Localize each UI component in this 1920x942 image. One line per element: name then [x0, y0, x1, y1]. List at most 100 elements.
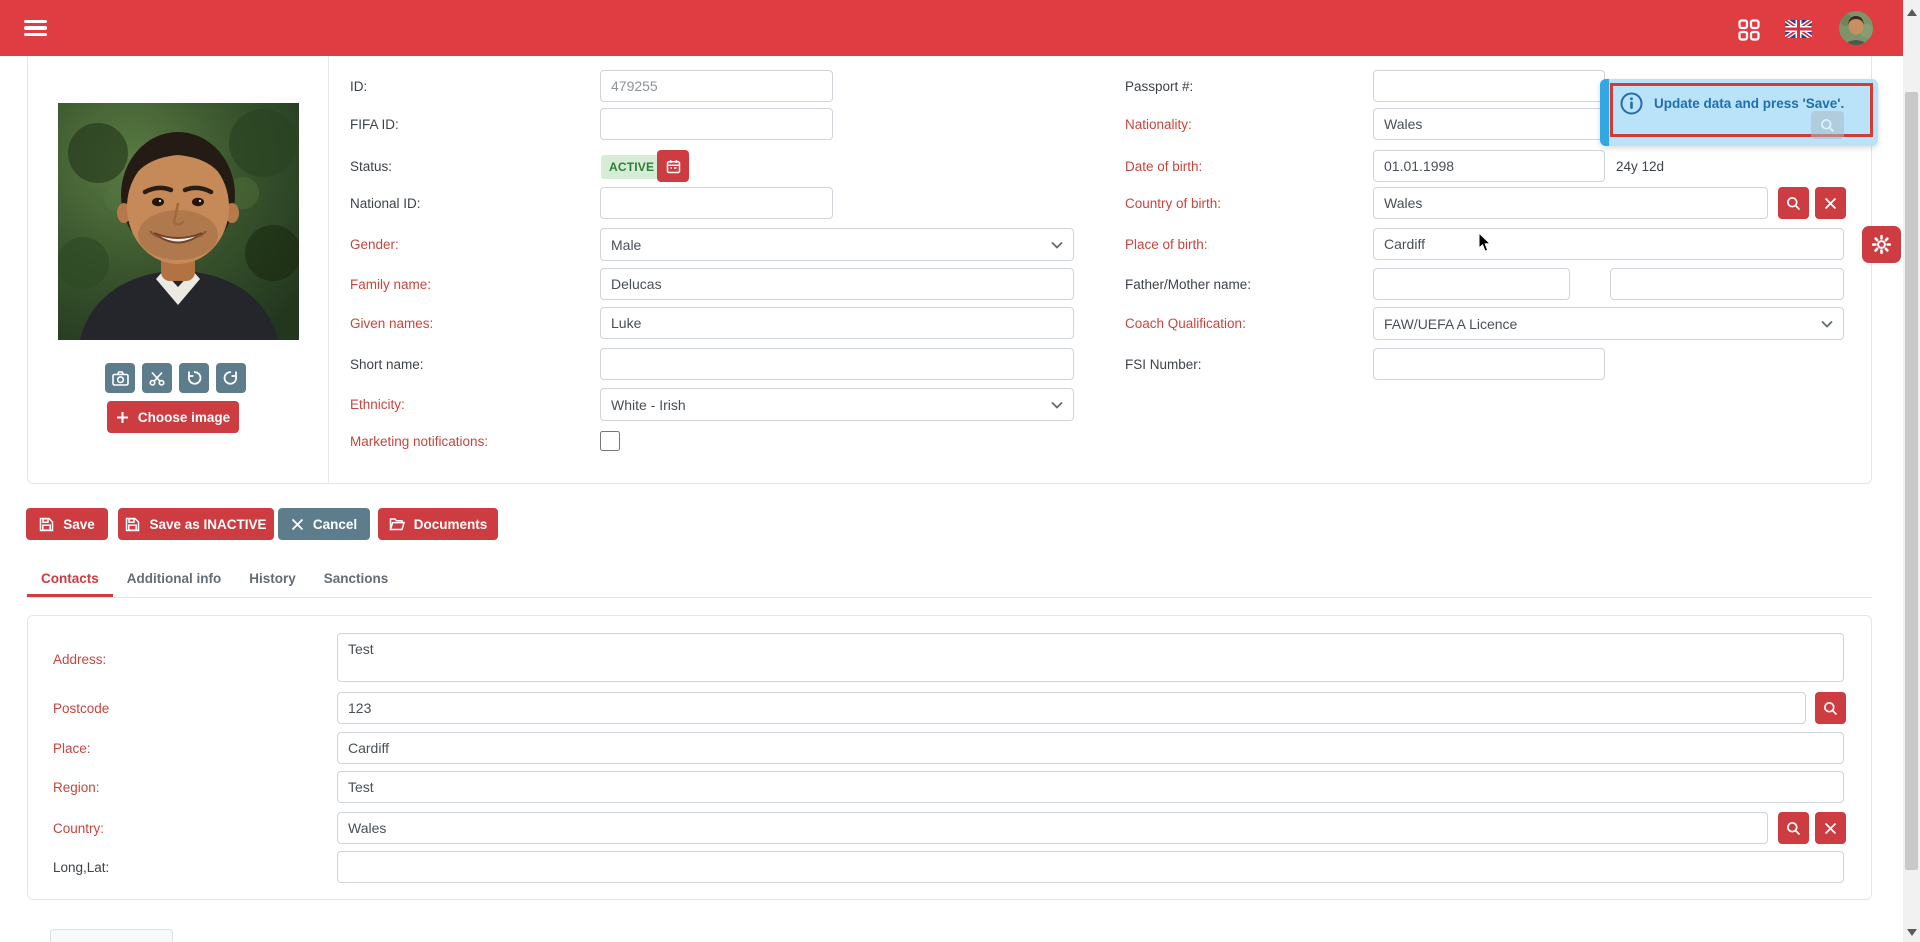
choose-image-label: Choose image	[138, 410, 230, 425]
uk-flag-icon[interactable]	[1785, 20, 1812, 38]
app-header	[0, 0, 1903, 56]
close-icon	[291, 518, 304, 531]
chevron-down-icon	[1051, 241, 1063, 249]
coach-qualification-label: Coach Qualification:	[1125, 316, 1246, 331]
mother-name-field[interactable]	[1610, 268, 1844, 300]
ethnicity-label: Ethnicity:	[350, 397, 405, 412]
passport-field[interactable]	[1373, 70, 1605, 102]
tooltip-accent-bar	[1600, 79, 1609, 146]
save-as-inactive-label: Save as INACTIVE	[149, 517, 266, 532]
address-label: Address:	[53, 652, 106, 667]
status-history-calendar-icon[interactable]	[657, 150, 689, 182]
id-label: ID:	[350, 79, 367, 94]
fsi-number-field[interactable]	[1373, 348, 1605, 380]
save-label: Save	[63, 517, 95, 532]
date-of-birth-field[interactable]	[1373, 150, 1605, 182]
scrollbar-thumb[interactable]	[1905, 92, 1918, 870]
short-name-label: Short name:	[350, 357, 424, 372]
fifa-id-label: FIFA ID:	[350, 117, 399, 132]
grid-icon[interactable]	[1738, 19, 1760, 41]
region-field[interactable]	[337, 771, 1844, 803]
plus-icon	[116, 411, 129, 424]
marketing-notifications-label: Marketing notifications:	[350, 434, 488, 449]
date-of-birth-label: Date of birth:	[1125, 159, 1202, 174]
chevron-down-icon	[1821, 320, 1833, 328]
place-of-birth-label: Place of birth:	[1125, 237, 1208, 252]
family-name-label: Family name:	[350, 277, 431, 292]
cancel-label: Cancel	[313, 517, 357, 532]
country-of-birth-search-icon[interactable]	[1778, 187, 1809, 219]
choose-image-button[interactable]: Choose image	[107, 401, 239, 433]
national-id-field[interactable]	[600, 187, 833, 219]
given-names-field[interactable]	[600, 307, 1074, 339]
place-label: Place:	[53, 741, 91, 756]
rotate-right-icon[interactable]	[216, 363, 246, 393]
coach-qualification-select[interactable]: FAW/UEFA A Licence	[1373, 307, 1844, 340]
marketing-notifications-checkbox[interactable]	[600, 431, 620, 451]
country-label: Country:	[53, 821, 104, 836]
region-label: Region:	[53, 780, 100, 795]
scroll-up-icon[interactable]	[1907, 9, 1917, 16]
country-of-birth-field[interactable]	[1373, 187, 1768, 219]
postcode-label: Postcode	[53, 701, 109, 716]
coach-qualification-value: FAW/UEFA A Licence	[1384, 316, 1517, 332]
nationality-search-icon[interactable]	[1811, 111, 1844, 139]
country-clear-icon[interactable]	[1815, 812, 1846, 844]
family-name-field[interactable]	[600, 268, 1074, 300]
short-name-field[interactable]	[600, 348, 1074, 380]
place-field[interactable]	[337, 732, 1844, 764]
postcode-search-icon[interactable]	[1815, 692, 1846, 724]
save-icon	[39, 517, 54, 532]
ethnicity-select[interactable]: White - Irish	[600, 388, 1074, 421]
longlat-field[interactable]	[337, 851, 1844, 883]
gender-label: Gender:	[350, 237, 399, 252]
info-icon	[1620, 92, 1643, 115]
passport-label: Passport #:	[1125, 79, 1193, 94]
nationality-field[interactable]	[1373, 108, 1605, 140]
fifa-id-field[interactable]	[600, 108, 833, 140]
country-of-birth-clear-icon[interactable]	[1815, 187, 1846, 219]
fsi-number-label: FSI Number:	[1125, 357, 1202, 372]
gender-select[interactable]: Male	[600, 228, 1074, 261]
camera-icon[interactable]	[105, 363, 135, 393]
mouse-cursor	[1478, 233, 1492, 253]
partially-visible-button[interactable]	[50, 929, 173, 942]
rotate-left-icon[interactable]	[179, 363, 209, 393]
tab-contacts[interactable]: Contacts	[27, 565, 113, 597]
address-field[interactable]: Test	[337, 633, 1844, 682]
tab-history[interactable]: History	[235, 565, 310, 597]
folder-icon	[389, 517, 405, 531]
father-name-field[interactable]	[1373, 268, 1570, 300]
postcode-field[interactable]	[337, 692, 1806, 724]
tab-additional-info[interactable]: Additional info	[113, 565, 235, 597]
scrollbar[interactable]	[1903, 0, 1920, 942]
screen: Choose image ID: FIFA ID: Status: ACTIVE…	[0, 0, 1920, 942]
gender-value: Male	[611, 237, 641, 253]
nationality-label: Nationality:	[1125, 117, 1192, 132]
scroll-down-icon[interactable]	[1907, 929, 1917, 936]
documents-button[interactable]: Documents	[378, 508, 498, 540]
gear-icon[interactable]	[1862, 226, 1901, 263]
documents-label: Documents	[414, 517, 488, 532]
national-id-label: National ID:	[350, 196, 421, 211]
country-search-icon[interactable]	[1778, 812, 1809, 844]
photo-form-divider	[328, 56, 329, 483]
longlat-label: Long,Lat:	[53, 860, 109, 875]
tooltip-text: Update data and press 'Save'.	[1654, 96, 1844, 111]
tab-bar: Contacts Additional info History Sanctio…	[27, 565, 1872, 598]
ethnicity-value: White - Irish	[611, 397, 686, 413]
menu-icon[interactable]	[24, 14, 54, 42]
profile-photo	[58, 103, 299, 340]
chevron-down-icon	[1051, 401, 1063, 409]
country-field[interactable]	[337, 812, 1768, 844]
save-icon	[125, 517, 140, 532]
scissors-icon[interactable]	[142, 363, 172, 393]
age-text: 24y 12d	[1616, 159, 1664, 174]
avatar[interactable]	[1839, 11, 1873, 45]
save-as-inactive-button[interactable]: Save as INACTIVE	[118, 508, 274, 540]
tab-sanctions[interactable]: Sanctions	[310, 565, 403, 597]
save-button[interactable]: Save	[26, 508, 108, 540]
cancel-button[interactable]: Cancel	[278, 508, 370, 540]
place-of-birth-field[interactable]	[1373, 228, 1844, 260]
id-field[interactable]	[600, 70, 833, 102]
